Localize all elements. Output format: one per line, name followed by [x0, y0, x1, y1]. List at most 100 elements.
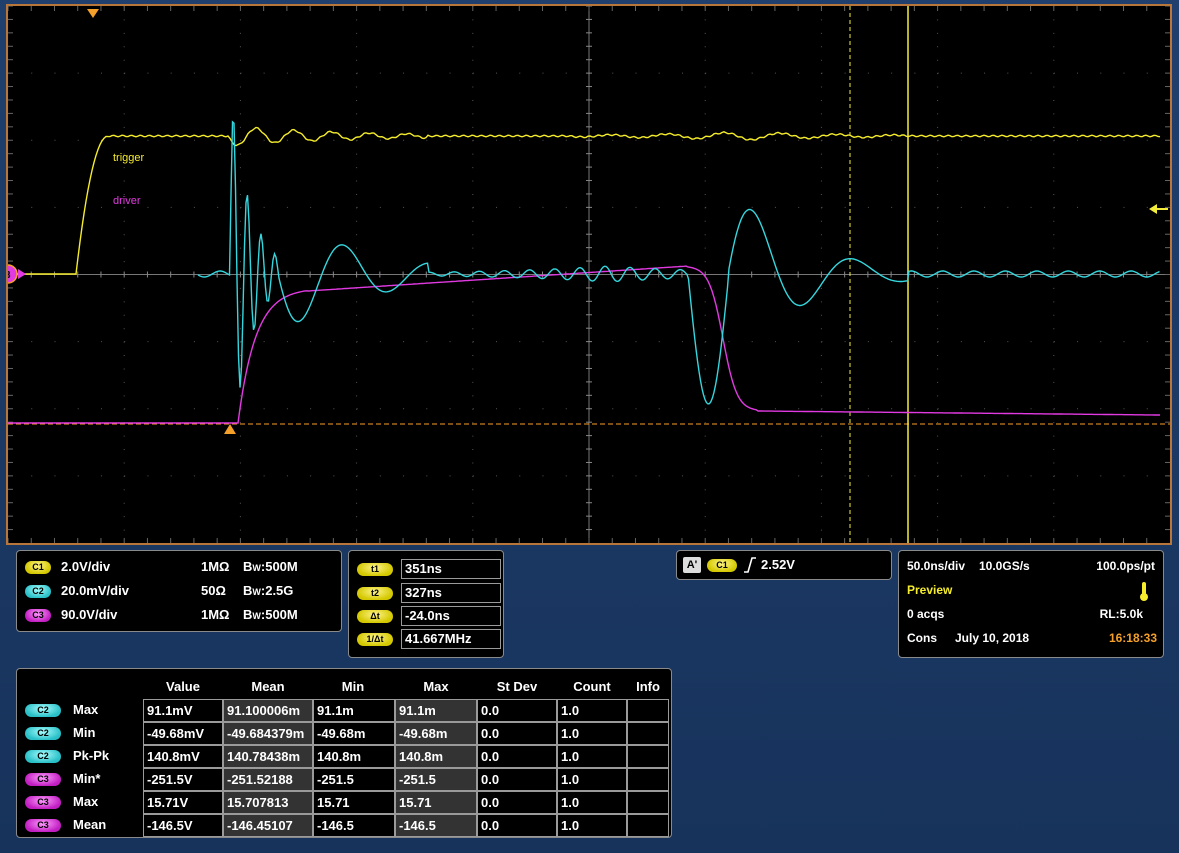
- acquisition-count: 0 acqs: [907, 607, 945, 621]
- cursor-frequency-badge[interactable]: 1/Δt: [357, 633, 393, 647]
- measurement-cell-mean: 91.100006m: [223, 699, 313, 722]
- trigger-mode-badge: A': [683, 557, 701, 573]
- oscilloscope-screen: trigger driver 3 C1 2.0V/div 1MΩ BW:500M…: [0, 0, 1179, 853]
- trigger-level-arrow-icon[interactable]: [1149, 204, 1168, 214]
- column-header-mean: Mean: [251, 679, 285, 694]
- ch1-trigger-waveform: [8, 126, 1161, 275]
- temperature-indicator-icon: [1140, 582, 1148, 601]
- timebase-scale: 50.0ns/div: [907, 559, 966, 573]
- record-length: RL:5.0k: [1099, 607, 1143, 621]
- measurement-channel-badge[interactable]: C2: [25, 727, 61, 740]
- cursor-row-t2[interactable]: t2 327ns: [357, 583, 501, 607]
- measurement-cell-count: 1.0: [557, 768, 627, 791]
- ch3-waveform-label: driver: [113, 195, 141, 207]
- cursor-row-t1[interactable]: t1 351ns: [357, 559, 501, 583]
- vertical-settings-panel: C1 2.0V/div 1MΩ BW:500M C2 20.0mV/div 50…: [16, 550, 342, 632]
- cursor-delta-value: -24.0ns: [401, 606, 501, 626]
- measurement-name: Mean: [73, 817, 107, 832]
- ch2-bandwidth: BW:2.5G: [243, 583, 294, 598]
- column-header-stdev: St Dev: [496, 679, 538, 694]
- cursor-t2-badge[interactable]: t2: [357, 587, 393, 601]
- ch2-impedance: 50Ω: [201, 583, 226, 598]
- acquisition-date: July 10, 2018: [955, 631, 1030, 645]
- acquisition-state: Preview: [907, 583, 953, 597]
- measurement-cell-count: 1.0: [557, 722, 627, 745]
- measurement-cell-mean: -146.45107: [223, 814, 313, 837]
- cursor-readout-panel: t1 351ns t2 327ns Δt -24.0ns 1/Δt 41.667…: [348, 550, 504, 658]
- trigger-source-badge[interactable]: C1: [707, 559, 737, 572]
- ch2-badge[interactable]: C2: [25, 585, 51, 598]
- measurement-cell-min: 140.8m: [313, 745, 395, 768]
- acquisition-time: 16:18:33: [1108, 631, 1157, 645]
- measurement-name: Pk-Pk: [73, 748, 110, 763]
- measurement-cell-value: 91.1mV: [143, 699, 223, 722]
- measurement-cell-value: -146.5V: [143, 814, 223, 837]
- trigger-position-marker-icon[interactable]: [87, 9, 99, 18]
- measurement-cell-value: -49.68mV: [143, 722, 223, 745]
- measurement-channel-badge[interactable]: C3: [25, 819, 61, 832]
- measurement-cell-max: -49.68m: [395, 722, 477, 745]
- measurement-cell-info: [627, 699, 669, 722]
- measurement-cell-value: 140.8mV: [143, 745, 223, 768]
- measurement-cell-max: -146.5: [395, 814, 477, 837]
- ch2-waveform: [197, 120, 1160, 405]
- measurement-channel-badge[interactable]: C2: [25, 750, 61, 763]
- measurements-table: Value Mean Min Max St Dev Count Info C2 M…: [16, 668, 672, 838]
- measurement-channel-badge[interactable]: C2: [25, 704, 61, 717]
- measurement-cell-max: 91.1m: [395, 699, 477, 722]
- measurement-cell-info: [627, 768, 669, 791]
- measurement-cell-mean: 15.707813: [223, 791, 313, 814]
- ch2-scale: 20.0mV/div: [61, 583, 129, 598]
- measurement-cell-st-dev: 0.0: [477, 791, 557, 814]
- measurement-cell-st-dev: 0.0: [477, 699, 557, 722]
- measurement-cell-max: 15.71: [395, 791, 477, 814]
- column-header-max: Max: [423, 679, 449, 694]
- acquisition-panel[interactable]: 50.0ns/div 10.0GS/s 100.0ps/pt Preview 0…: [898, 550, 1164, 658]
- cursor-t1-value: 351ns: [401, 559, 501, 579]
- measurement-name: Max: [73, 794, 99, 809]
- measurement-name: Min: [73, 725, 96, 740]
- ch3-badge[interactable]: C3: [25, 609, 51, 622]
- ch1-badge[interactable]: C1: [25, 561, 51, 574]
- measurement-cell-info: [627, 791, 669, 814]
- acquisition-cons: Cons: [907, 631, 937, 645]
- measurement-cell-value: 15.71V: [143, 791, 223, 814]
- measurement-cell-min: 15.71: [313, 791, 395, 814]
- measurement-cell-info: [627, 814, 669, 837]
- time-resolution: 100.0ps/pt: [1096, 559, 1155, 573]
- measurement-cell-min: 91.1m: [313, 699, 395, 722]
- measurement-channel-badge[interactable]: C3: [25, 796, 61, 809]
- ch3-bandwidth: BW:500M: [243, 607, 298, 622]
- trigger-panel[interactable]: A' C1 2.52V: [676, 550, 892, 580]
- ch3-impedance: 1MΩ: [201, 607, 230, 622]
- ch3-scale: 90.0V/div: [61, 607, 118, 622]
- cursor-row-frequency[interactable]: 1/Δt 41.667MHz: [357, 629, 501, 653]
- measurement-cell-min: -49.68m: [313, 722, 395, 745]
- ch1-impedance: 1MΩ: [201, 559, 230, 574]
- cursor-row-delta[interactable]: Δt -24.0ns: [357, 606, 501, 630]
- cursor-frequency-value: 41.667MHz: [401, 629, 501, 649]
- column-header-info: Info: [636, 679, 660, 694]
- measurement-name: Min*: [73, 771, 101, 786]
- waveform-display[interactable]: trigger driver 3: [6, 4, 1172, 545]
- measurement-cell-count: 1.0: [557, 814, 627, 837]
- cursor-t1-badge[interactable]: t1: [357, 563, 393, 577]
- trigger-point-marker-icon: [224, 424, 236, 434]
- measurement-cell-value: -251.5V: [143, 768, 223, 791]
- cursor-delta-badge[interactable]: Δt: [357, 610, 393, 624]
- measurement-cell-count: 1.0: [557, 745, 627, 768]
- measurement-cell-count: 1.0: [557, 699, 627, 722]
- column-header-min: Min: [341, 679, 365, 694]
- column-header-count: Count: [573, 679, 611, 694]
- sample-rate: 10.0GS/s: [979, 559, 1030, 573]
- measurement-name: Max: [73, 702, 99, 717]
- measurement-channel-badge[interactable]: C3: [25, 773, 61, 786]
- ch1-bandwidth: BW:500M: [243, 559, 298, 574]
- cursor-t2-value: 327ns: [401, 583, 501, 603]
- ch1-scale: 2.0V/div: [61, 559, 111, 574]
- measurement-cell-mean: -251.52188: [223, 768, 313, 791]
- measurement-cell-mean: -49.684379m: [223, 722, 313, 745]
- ch3-ground-marker-icon[interactable]: 3: [8, 264, 26, 284]
- ch3-ground-marker-label: 3: [8, 270, 11, 281]
- measurement-cell-info: [627, 722, 669, 745]
